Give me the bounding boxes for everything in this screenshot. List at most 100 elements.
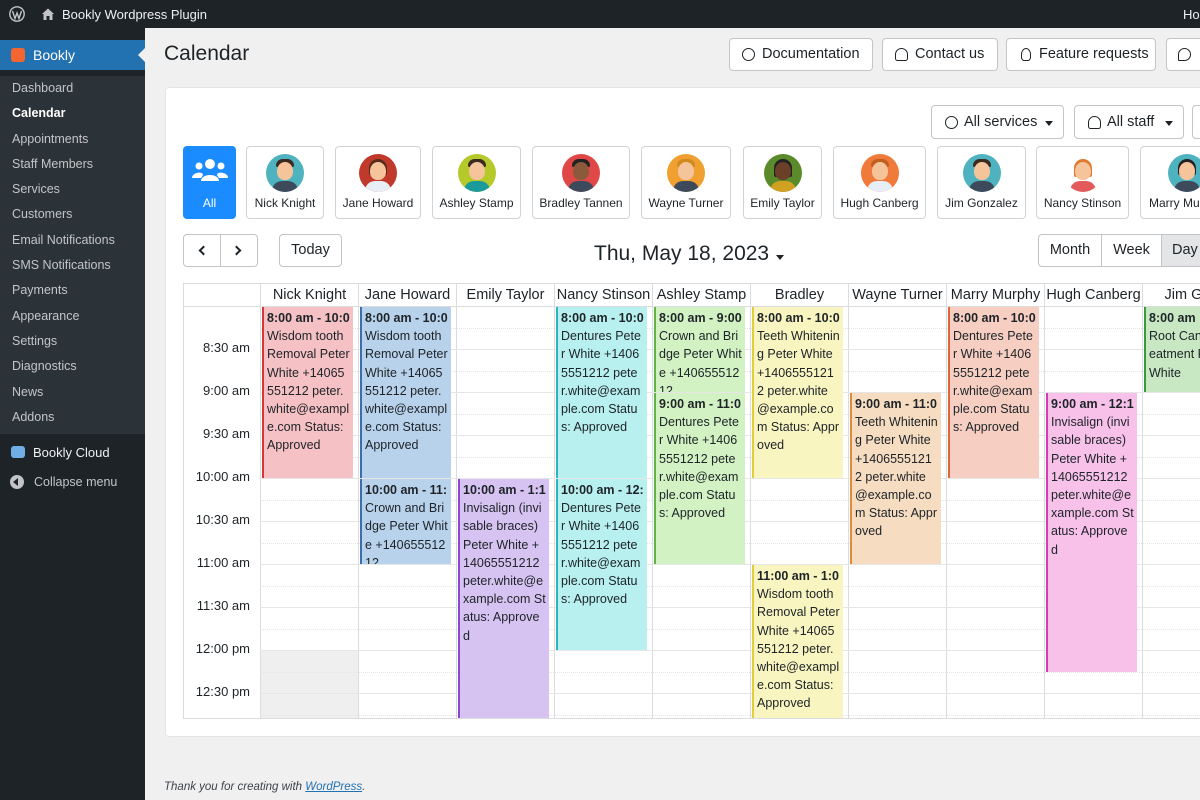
submenu-email-notifications[interactable]: Email Notifications (0, 228, 145, 253)
avatar (266, 154, 304, 192)
staff-tile-jane-howard[interactable]: Jane Howard (335, 146, 421, 219)
column-header: Ashley Stamp (653, 284, 751, 306)
prev-button[interactable] (183, 234, 221, 267)
user-icon (1088, 116, 1101, 129)
howdy-user-menu[interactable]: Ho (1183, 7, 1200, 22)
question-icon (742, 48, 755, 61)
staff-tile-nancy-stinson[interactable]: Nancy Stinson (1036, 146, 1129, 219)
appointment-event[interactable]: 10:00 am - 12: Dentures Peter White +1406… (556, 479, 647, 650)
event-details: Wisdom tooth Removal Peter White +140655… (365, 329, 451, 453)
appointment-event[interactable]: 9:00 am - 11:0 Teeth Whitening Peter Whit… (850, 393, 941, 564)
month-view-button[interactable]: Month (1038, 234, 1102, 267)
event-time: 9:00 am - 11:0 (855, 397, 937, 411)
cloud-icon (11, 446, 25, 458)
documentation-button[interactable]: Documentation (729, 38, 873, 71)
chat-button[interactable] (1166, 38, 1200, 71)
appointment-event[interactable]: 10:00 am - 1:1 Invisalign (invisable brac… (458, 479, 549, 718)
lightbulb-icon (1021, 48, 1031, 61)
staff-tile-marry-murphy[interactable]: Marry Mu (1140, 146, 1200, 219)
avatar (962, 154, 1001, 192)
next-button[interactable] (220, 234, 258, 267)
appointment-event[interactable]: 8:00 am Root Canal Treatment Peter White (1144, 307, 1200, 392)
submenu-appointments[interactable]: Appointments (0, 127, 145, 152)
column-header: Wayne Turner (849, 284, 947, 306)
appointment-event[interactable]: 8:00 am - 10:0 Teeth Whitening Peter Whit… (752, 307, 843, 478)
staff-tile-ashley-stamp[interactable]: Ashley Stamp (432, 146, 521, 219)
submenu-settings[interactable]: Settings (0, 329, 145, 354)
submenu-sms-notifications[interactable]: SMS Notifications (0, 253, 145, 278)
staff-tile-label: Hugh Canberg (840, 196, 919, 210)
staff-tile-all[interactable]: All (183, 146, 236, 219)
current-date-title[interactable]: Thu, May 18, 2023 (594, 242, 769, 266)
submenu-calendar[interactable]: Calendar (0, 101, 145, 126)
avatar (359, 154, 397, 192)
appointment-event[interactable]: 8:00 am - 9:00 Crown and Bridge Peter Whi… (654, 307, 745, 392)
staff-tile-emily-taylor[interactable]: Emily Taylor (743, 146, 822, 219)
day-view-button[interactable]: Day (1161, 234, 1200, 267)
submenu-dashboard[interactable]: Dashboard (0, 76, 145, 101)
staff-tile-jim-gonzalez[interactable]: Jim Gonzalez (937, 146, 1026, 219)
appointment-event[interactable]: 10:00 am - 11: Crown and Bridge Peter Whi… (360, 479, 451, 564)
staff-tile-label: Ashley Stamp (439, 196, 514, 210)
staff-tile-label: Jane Howard (342, 196, 414, 210)
submenu-payments[interactable]: Payments (0, 278, 145, 303)
staff-tile-hugh-canberg[interactable]: Hugh Canberg (833, 146, 926, 219)
documentation-label: Documentation (762, 46, 860, 62)
staff-tile-wayne-turner[interactable]: Wayne Turner (641, 146, 731, 219)
staff-tile-nick-knight[interactable]: Nick Knight (246, 146, 324, 219)
more-filter-button[interactable] (1192, 105, 1200, 139)
time-label: 11:00 am (196, 555, 250, 570)
staff-filter-label: All staff (1107, 114, 1155, 130)
submenu-appearance[interactable]: Appearance (0, 304, 145, 329)
time-label: 12:30 pm (195, 684, 250, 699)
sidebar-item-label: Bookly Cloud (33, 445, 110, 460)
submenu-news[interactable]: News (0, 380, 145, 405)
week-view-button[interactable]: Week (1101, 234, 1162, 267)
event-details: Dentures Peter White +14065551212 peter.… (953, 329, 1033, 435)
submenu-customers[interactable]: Customers (0, 202, 145, 227)
avatar (763, 154, 802, 192)
feature-requests-label: Feature requests (1039, 46, 1149, 62)
event-time: 8:00 am - 10:0 (267, 311, 350, 325)
appointment-event[interactable]: 11:00 am - 1:0 Wisdom tooth Removal Peter… (752, 565, 843, 718)
footer-text: Thank you for creating with WordPress. (164, 781, 365, 793)
site-name-link[interactable]: Bookly Wordpress Plugin (62, 7, 207, 22)
sidebar-item-bookly[interactable]: Bookly (0, 40, 146, 70)
submenu-staff-members[interactable]: Staff Members (0, 152, 145, 177)
staff-tile-bradley-tannen[interactable]: Bradley Tannen (532, 146, 630, 219)
dot-circle-icon (945, 116, 958, 129)
event-details: Teeth Whitening Peter White +14065551212… (757, 329, 840, 453)
appointment-event[interactable]: 8:00 am - 10:0 Dentures Peter White +1406… (948, 307, 1039, 478)
caret-down-icon (1165, 121, 1173, 126)
appointment-event[interactable]: 8:00 am - 10:0 Wisdom tooth Removal Peter… (262, 307, 353, 478)
collapse-menu-button[interactable]: Collapse menu (0, 472, 145, 494)
submenu-addons[interactable]: Addons (0, 405, 145, 430)
column-header: Jane Howard (359, 284, 457, 306)
active-menu-arrow (138, 47, 146, 63)
wordpress-logo-icon[interactable] (9, 6, 25, 22)
event-time: 11:00 am - 1:0 (757, 569, 839, 583)
caret-down-icon[interactable] (776, 255, 784, 260)
appointment-event[interactable]: 8:00 am - 10:0 Wisdom tooth Removal Peter… (360, 307, 451, 478)
appointment-event[interactable]: 8:00 am - 10:0 Dentures Peter White +1406… (556, 307, 647, 478)
appointment-event[interactable]: 9:00 am - 12:1 Invisalign (invisable brac… (1046, 393, 1137, 672)
services-filter-dropdown[interactable]: All services (931, 105, 1064, 139)
staff-tile-label: Marry Mu (1149, 196, 1200, 210)
feature-requests-button[interactable]: Feature requests (1006, 38, 1156, 71)
today-button[interactable]: Today (279, 234, 342, 267)
event-details: Dentures Peter White +14065551212 peter.… (561, 329, 641, 435)
avatar (1168, 154, 1200, 192)
contact-us-button[interactable]: Contact us (882, 38, 998, 71)
appointment-event[interactable]: 9:00 am - 11:0 Dentures Peter White +1406… (654, 393, 745, 564)
staff-tile-label: All (202, 196, 217, 210)
avatar (860, 154, 899, 192)
event-time: 9:00 am - 11:0 (659, 397, 741, 411)
wordpress-link[interactable]: WordPress (305, 781, 362, 793)
submenu-diagnostics[interactable]: Diagnostics (0, 354, 145, 379)
home-icon[interactable] (41, 7, 55, 21)
sidebar-item-bookly-cloud[interactable]: Bookly Cloud (0, 441, 145, 465)
contact-us-label: Contact us (915, 46, 985, 62)
submenu-services[interactable]: Services (0, 177, 145, 202)
staff-filter-dropdown[interactable]: All staff (1074, 105, 1184, 139)
column-header: Nancy Stinson (555, 284, 653, 306)
